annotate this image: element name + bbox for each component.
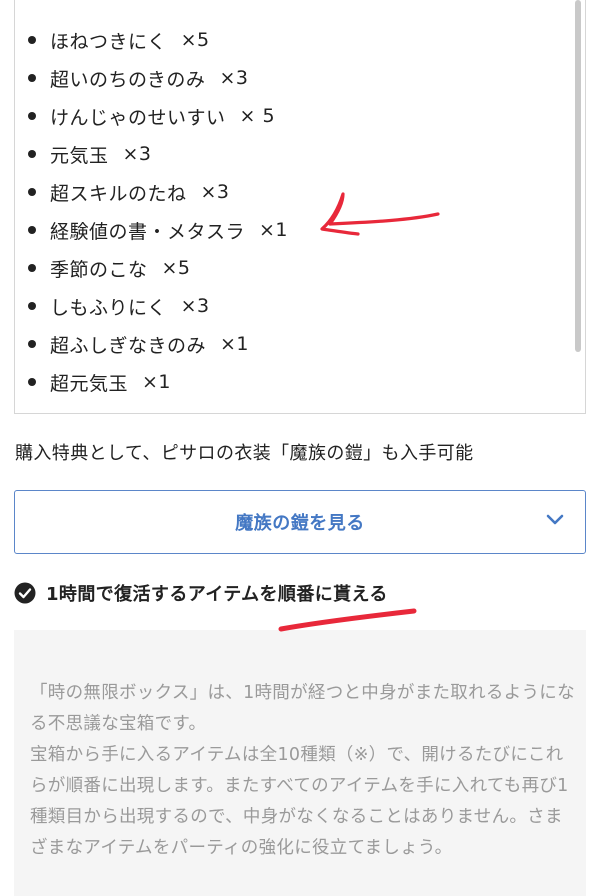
item-name: 超ふしぎなきのみ — [50, 334, 207, 357]
list-item: けんじゃのせいすい × 5 — [15, 97, 275, 135]
list-item: 超ふしぎなきのみ ×1 — [15, 325, 249, 363]
item-quantity: ×1 — [259, 219, 289, 241]
list-item: 季節のこな ×5 — [15, 249, 191, 287]
item-name: 季節のこな — [50, 258, 148, 281]
list-item: 超いのちのきのみ ×3 — [15, 59, 248, 97]
item-name: 経験値の書・メタスラ — [50, 220, 246, 243]
toggle-armor-button[interactable]: 魔族の鎧を見る — [14, 490, 586, 554]
bullet-icon — [28, 264, 36, 272]
item-quantity: ×1 — [220, 333, 250, 355]
item-name: 元気玉 — [50, 144, 109, 167]
section-heading-text: 1時間で復活するアイテムを順番に貰える — [46, 584, 388, 605]
item-quantity: × 5 — [239, 105, 276, 127]
item-quantity: ×3 — [122, 143, 152, 165]
item-quantity: ×3 — [180, 295, 210, 317]
description-paragraph-2: 宝箱から手に入るアイテムは全10種類（※）で、開けるたびにこれらが順番に出現しま… — [30, 745, 569, 858]
item-name: ほねつきにく — [50, 30, 167, 53]
item-name: 超いのちのきのみ — [50, 68, 206, 91]
description-text: 「時の無限ボックス」は、1時間が経つと中身がまた取れるようになる不思議な宝箱です… — [30, 678, 578, 864]
item-name: けんじゃのせいすい — [50, 106, 226, 129]
item-quantity: ×5 — [161, 257, 191, 279]
list-item: 超元気玉 ×1 — [15, 363, 171, 401]
bullet-icon — [28, 150, 36, 158]
list-item: 元気玉 ×3 — [15, 135, 152, 173]
bullet-icon — [28, 74, 36, 82]
list-item: 経験値の書・メタスラ ×1 — [15, 211, 288, 249]
section-heading: 1時間で復活するアイテムを順番に貰える — [14, 580, 388, 606]
page: ほねつきにく ×5 超いのちのきのみ ×3 けんじゃのせいすい × 5 元気玉 ×3 超スキルの… — [0, 0, 600, 896]
item-quantity: ×5 — [180, 29, 210, 51]
chevron-down-icon — [546, 514, 564, 525]
toggle-armor-label: 魔族の鎧を見る — [235, 513, 365, 534]
bullet-icon — [28, 226, 36, 234]
list-item: しもふりにく ×3 — [15, 287, 210, 325]
purchase-bonus-text: 購入特典として、ピサロの衣装「魔族の鎧」も入手可能 — [15, 443, 474, 464]
check-circle-icon — [14, 582, 36, 604]
description-paragraph-1: 「時の無限ボックス」は、1時間が経つと中身がまた取れるようになる不思議な宝箱です… — [30, 683, 575, 734]
bullet-icon — [28, 378, 36, 386]
item-name: 超スキルのたね — [50, 182, 187, 205]
annotation-underline — [278, 608, 417, 632]
item-name: しもふりにく — [50, 296, 167, 319]
bullet-icon — [28, 36, 36, 44]
bullet-icon — [28, 112, 36, 120]
bullet-icon — [28, 302, 36, 310]
item-quantity: ×3 — [200, 181, 230, 203]
list-item: 超スキルのたね ×3 — [15, 173, 230, 211]
item-quantity: ×3 — [219, 67, 249, 89]
list-item: ほねつきにく ×5 — [15, 21, 210, 59]
scrollbar[interactable] — [575, 0, 581, 352]
item-name: 超元気玉 — [50, 372, 129, 395]
bullet-icon — [28, 340, 36, 348]
description-box: 「時の無限ボックス」は、1時間が経つと中身がまた取れるようになる不思議な宝箱です… — [14, 630, 586, 896]
item-list-box: ほねつきにく ×5 超いのちのきのみ ×3 けんじゃのせいすい × 5 元気玉 ×3 超スキルの… — [14, 0, 586, 414]
bullet-icon — [28, 188, 36, 196]
item-quantity: ×1 — [142, 371, 172, 393]
